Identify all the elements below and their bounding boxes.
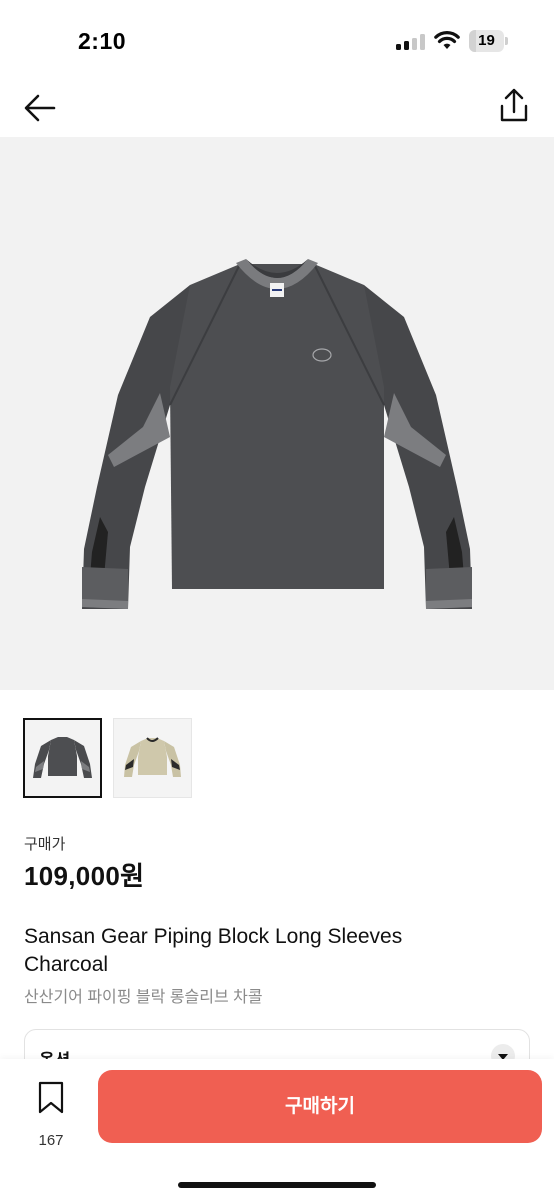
thumbnail-charcoal[interactable]: [23, 718, 102, 798]
share-upload-icon: [500, 88, 528, 122]
bookmark-button[interactable]: 167: [28, 1079, 74, 1153]
bookmark-icon: [38, 1081, 64, 1114]
wifi-icon: [434, 30, 460, 50]
back-button[interactable]: [22, 90, 58, 126]
shirt-thumbnail-image: [124, 737, 181, 777]
status-time: 2:10: [78, 28, 127, 54]
product-title-english: Sansan Gear Piping Block Long Sleeves Ch…: [24, 925, 403, 976]
battery-icon: 19: [469, 30, 509, 52]
status-bar: 2:10 19: [0, 0, 554, 80]
price-value: 109,000원: [24, 861, 145, 891]
thumbnail-beige[interactable]: [113, 718, 192, 798]
price-label: 구매가: [24, 836, 66, 853]
battery-level: 19: [478, 32, 495, 49]
bookmark-count: 167: [38, 1132, 64, 1149]
arrow-left-icon: [24, 94, 56, 122]
buy-button[interactable]: 구매하기: [98, 1070, 542, 1143]
bottom-action-bar: 167 구매하기: [0, 1059, 554, 1200]
top-nav-bar: [0, 80, 554, 136]
shirt-thumbnail-image: [33, 737, 92, 778]
long-sleeve-shirt-image: [82, 259, 472, 609]
home-indicator: [178, 1182, 376, 1188]
product-title-korean: 산산기어 파이핑 블락 롱슬리브 차콜: [24, 989, 263, 1006]
product-main-image[interactable]: [0, 137, 554, 690]
share-button[interactable]: [496, 86, 532, 126]
cellular-signal-icon: [396, 34, 426, 50]
